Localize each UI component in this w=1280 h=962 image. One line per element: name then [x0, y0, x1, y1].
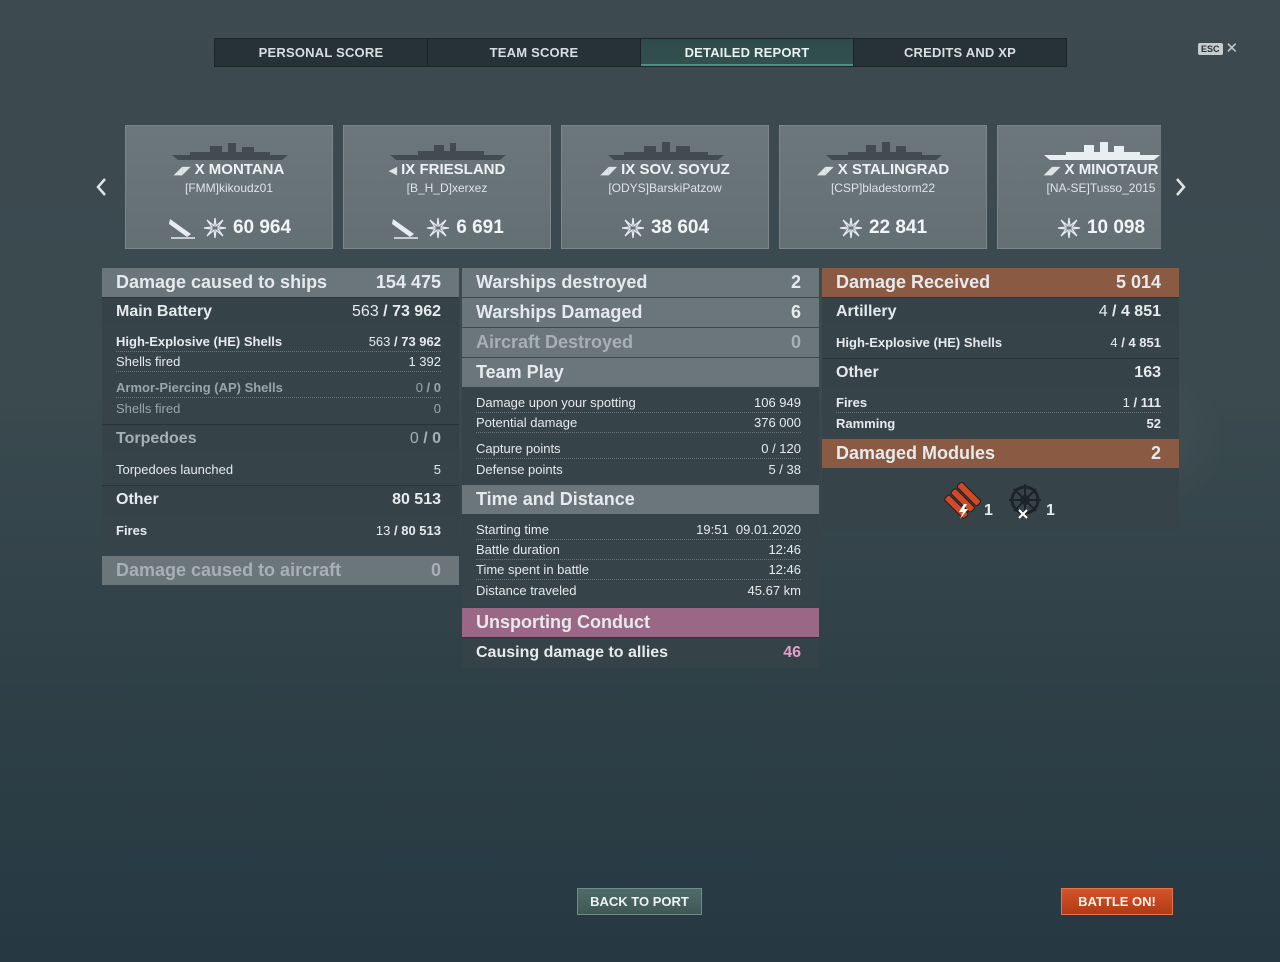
steering-gear-icon — [1009, 484, 1041, 519]
sunk-ship-icon — [392, 219, 419, 239]
damage-burst-icon — [203, 217, 227, 239]
player-name: [NA-SE]Tusso_2015 — [1046, 181, 1156, 195]
tab-personal-score[interactable]: PERSONAL SCORE — [215, 39, 428, 66]
ship-card[interactable]: ◢◤ IX SOV. SOYUZ [ODYS]BarskiPatzow 38 60… — [561, 125, 769, 249]
sunk-ship-icon — [168, 219, 195, 239]
damaged-modules-list: 1 1 — [822, 468, 1179, 530]
damage-aircraft-header: Damage caused to aircraft 0 — [102, 556, 459, 585]
ship-name: ◢◤ X STALINGRAD — [816, 161, 950, 178]
ramming-row: Ramming 52 — [836, 415, 1161, 431]
ship-carousel: ◢◤ X MONTANA [FMM]kikoudz01 60 964 ◀ IX FR… — [125, 125, 1161, 249]
aircraft-destroyed-row: Aircraft Destroyed 0 — [462, 328, 819, 357]
player-name: [B_H_D]xerxez — [406, 181, 488, 195]
team-play-details: Damage upon your spotting 106 949 Potenti… — [462, 387, 819, 485]
ship-score: 22 841 — [780, 216, 986, 240]
starting-time-row: Starting time 19:51 09.01.2020 — [476, 520, 801, 540]
unsporting-conduct-header: Unsporting Conduct — [462, 608, 819, 637]
received-other-row: Other 163 — [822, 358, 1179, 387]
spotting-damage-row: Damage upon your spotting 106 949 — [476, 393, 801, 413]
ship-name: ◢◤ IX SOV. SOYUZ — [600, 161, 730, 178]
distance-traveled-row: Distance traveled 45.67 km — [476, 582, 801, 598]
ship-name: ◀ IX FRIESLAND — [388, 161, 506, 178]
he-shells-fired-row: Shells fired 1 392 — [116, 352, 441, 372]
time-distance-details: Starting time 19:51 09.01.2020 Battle dur… — [462, 514, 819, 606]
tab-bar: PERSONAL SCORE TEAM SCORE DETAILED REPOR… — [214, 38, 1067, 67]
received-he-row: High-Explosive (HE) Shells 4 / 4 851 — [836, 334, 1161, 350]
time-spent-row: Time spent in battle 12:46 — [476, 560, 801, 580]
warships-damaged-row: Warships Damaged 6 — [462, 298, 819, 327]
ap-shells-fired-row: Shells fired 0 — [116, 400, 441, 416]
chevron-left-icon[interactable] — [94, 176, 108, 204]
close-icon: ✕ — [1225, 40, 1239, 57]
torpedoes-launched-row: Torpedoes launched 5 — [116, 461, 441, 477]
combat-summary-panel: Warships destroyed 2 Warships Damaged 6 Ai… — [462, 268, 819, 668]
received-other-details: Fires 1 / 111 Ramming 52 — [822, 387, 1179, 439]
ship-score: 10 098 — [998, 216, 1161, 240]
artillery-row: Artillery 4 / 4 851 — [822, 297, 1179, 326]
team-play-header: Team Play — [462, 358, 819, 387]
destroyer-silhouette-icon — [390, 143, 506, 160]
esc-close-button[interactable]: ESC ✕ — [1198, 40, 1239, 57]
ship-card-own[interactable]: ◢◤ X MINOTAUR [NA-SE]Tusso_2015 10 098 — [997, 125, 1161, 249]
defense-points-row: Defense points 5 / 38 — [476, 461, 801, 477]
ship-score: 60 964 — [126, 216, 332, 240]
back-to-port-button[interactable]: BACK TO PORT — [577, 888, 702, 915]
potential-damage-row: Potential damage 376 000 — [476, 413, 801, 433]
battleship-icon: ◢◤ — [600, 165, 618, 177]
main-battery-row: Main Battery 563 / 73 962 — [102, 297, 459, 326]
cruiser-icon: ◢◤ — [1043, 165, 1061, 177]
other-damage-details: Fires 13 / 80 513 — [102, 514, 459, 546]
time-distance-header: Time and Distance — [462, 485, 819, 514]
damage-dealt-panel: Damage caused to ships 154 475 Main Batt… — [102, 268, 459, 585]
cruiser-silhouette-icon — [1044, 142, 1160, 160]
main-battery-details: High-Explosive (HE) Shells 563 / 73 962 … — [102, 326, 459, 424]
cruiser-icon: ◢◤ — [816, 165, 834, 177]
cruiser-silhouette-icon — [826, 142, 942, 160]
damage-ships-header: Damage caused to ships 154 475 — [102, 268, 459, 297]
module-item: 1 — [1006, 480, 1055, 520]
warships-destroyed-row: Warships destroyed 2 — [462, 268, 819, 297]
ap-shells-row: Armor-Piercing (AP) Shells 0 / 0 — [116, 378, 441, 398]
fires-row: Fires 13 / 80 513 — [116, 522, 441, 538]
ship-name: ◢◤ X MONTANA — [173, 161, 285, 178]
capture-points-row: Capture points 0 / 120 — [476, 439, 801, 459]
ship-score: 38 604 — [562, 216, 768, 240]
chevron-right-icon[interactable] — [1174, 176, 1188, 204]
torpedoes-details: Torpedoes launched 5 — [102, 453, 459, 485]
player-name: [FMM]kikoudz01 — [184, 181, 274, 195]
ship-card[interactable]: ◢◤ X MONTANA [FMM]kikoudz01 60 964 — [125, 125, 333, 249]
torpedoes-row: Torpedoes 0 / 0 — [102, 424, 459, 453]
damage-burst-icon — [1057, 217, 1081, 239]
damage-burst-icon — [839, 217, 863, 239]
damage-burst-icon — [427, 217, 450, 239]
battleship-icon: ◢◤ — [173, 165, 191, 177]
battleship-silhouette-icon — [608, 142, 724, 160]
tab-team-score[interactable]: TEAM SCORE — [428, 39, 641, 66]
ship-card[interactable]: ◢◤ X STALINGRAD [CSP]bladestorm22 22 841 — [779, 125, 987, 249]
esc-key-label: ESC — [1198, 42, 1223, 55]
damage-burst-icon — [621, 217, 645, 239]
damage-received-header: Damage Received 5 014 — [822, 268, 1179, 297]
battle-duration-row: Battle duration 12:46 — [476, 540, 801, 560]
destroyer-icon: ◀ — [388, 165, 398, 177]
allies-damage-row: Causing damage to allies 46 — [462, 637, 819, 668]
ship-score: 6 691 — [344, 216, 550, 240]
tab-detailed-report[interactable]: DETAILED REPORT — [641, 39, 854, 66]
player-name: [CSP]bladestorm22 — [830, 181, 936, 195]
artillery-details: High-Explosive (HE) Shells 4 / 4 851 — [822, 326, 1179, 358]
player-name: [ODYS]BarskiPatzow — [608, 181, 722, 195]
torpedo-tubes-icon — [944, 481, 982, 519]
module-item: 1 — [944, 480, 993, 520]
ship-name: ◢◤ X MINOTAUR — [1043, 161, 1159, 178]
other-damage-row: Other 80 513 — [102, 485, 459, 514]
damage-received-panel: Damage Received 5 014 Artillery 4 / 4 851… — [822, 268, 1179, 530]
he-shells-row: High-Explosive (HE) Shells 563 / 73 962 — [116, 332, 441, 352]
tab-credits-and-xp[interactable]: CREDITS AND XP — [854, 39, 1066, 66]
received-fires-row: Fires 1 / 111 — [836, 393, 1161, 413]
ship-card[interactable]: ◀ IX FRIESLAND [B_H_D]xerxez 6 691 — [343, 125, 551, 249]
battle-on-button[interactable]: BATTLE ON! — [1061, 888, 1173, 915]
damaged-modules-header: Damaged Modules 2 — [822, 439, 1179, 468]
battleship-silhouette-icon — [172, 143, 288, 160]
